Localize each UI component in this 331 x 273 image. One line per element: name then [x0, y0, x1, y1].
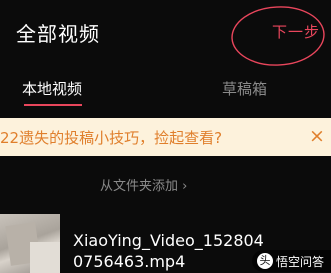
video-filename: XiaoYing_Video_1528040756463.mp4: [73, 231, 264, 271]
next-step-button[interactable]: 下一步: [272, 21, 320, 42]
video-thumbnail[interactable]: [0, 214, 60, 273]
tab-local-videos[interactable]: 本地视频: [22, 78, 82, 99]
tip-banner[interactable]: 22遗失的投稿小技巧，捡起查看? ×: [0, 118, 331, 156]
active-tab-indicator: [24, 104, 82, 106]
tip-text[interactable]: 22遗失的投稿小技巧，捡起查看?: [0, 127, 222, 148]
add-from-folder-link[interactable]: 从文件夹添加 ›: [100, 175, 187, 194]
tab-drafts[interactable]: 草稿箱: [222, 78, 267, 99]
top-bar: 全部视频 下一步: [0, 0, 331, 66]
close-icon[interactable]: ×: [309, 124, 325, 148]
video-list-item[interactable]: XiaoYing_Video_1528040756463.mp4: [0, 214, 331, 273]
page-title: 全部视频: [16, 22, 100, 46]
